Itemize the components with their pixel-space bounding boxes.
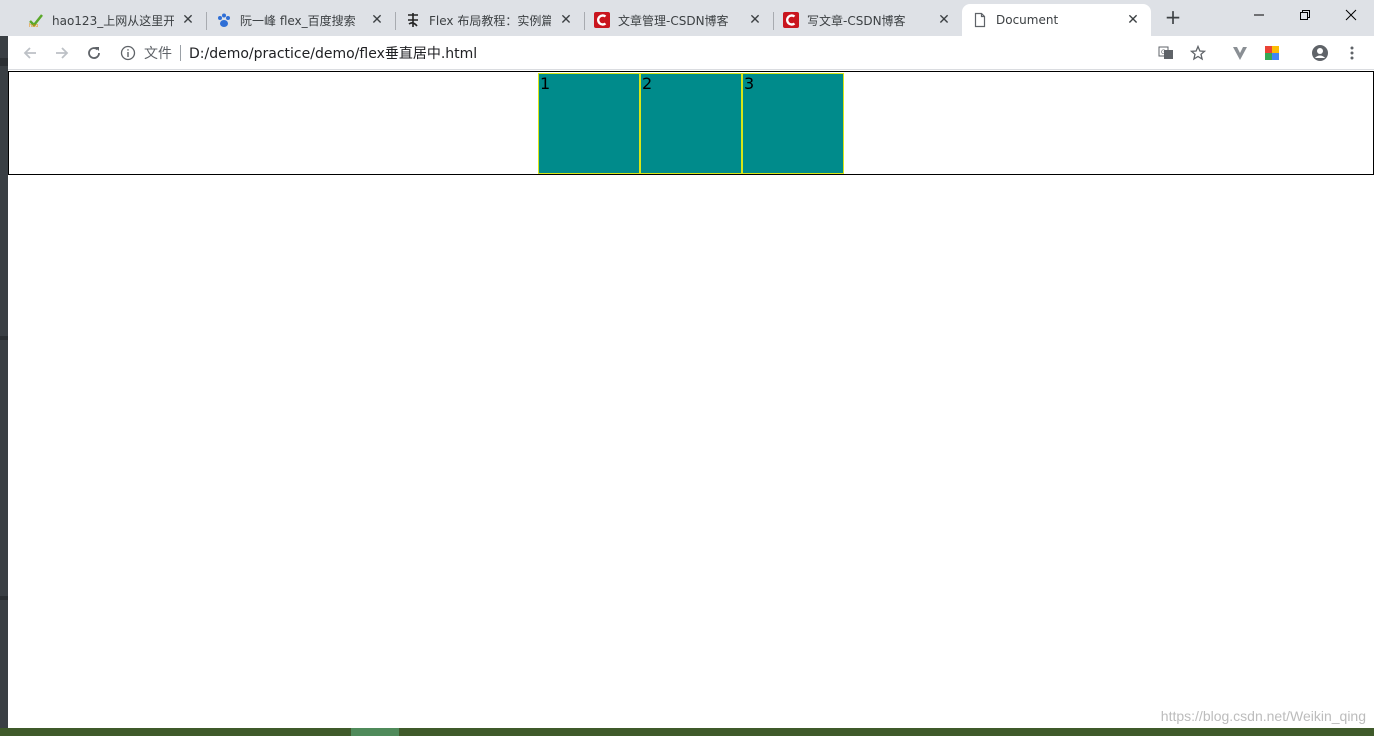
close-icon[interactable]: ✕ xyxy=(558,12,574,28)
forward-button[interactable] xyxy=(50,41,74,65)
baidu-paw-icon xyxy=(216,12,232,28)
close-icon[interactable]: ✕ xyxy=(936,12,952,28)
address-bar[interactable]: 文件 D:/demo/practice/demo/flex垂直居中.html xyxy=(118,39,1218,67)
flex-item: 1 xyxy=(538,72,640,174)
close-icon[interactable]: ✕ xyxy=(369,12,385,28)
extension-v-icon[interactable] xyxy=(1230,43,1250,63)
tab-baidu[interactable]: 阮一峰 flex_百度搜索 ✕ xyxy=(206,4,396,36)
csdn-icon xyxy=(594,12,610,28)
page-viewport: 1 2 3 xyxy=(8,71,1374,728)
reload-button[interactable] xyxy=(82,41,106,65)
watermark: https://blog.csdn.net/Weikin_qing xyxy=(1160,708,1366,724)
tab-csdn-write[interactable]: 写文章-CSDN博客 ✕ xyxy=(773,4,962,36)
tab-hao123[interactable]: hao hao123_上网从这里开始 ✕ xyxy=(18,4,207,36)
desktop-left-strip xyxy=(0,36,8,728)
strip-segment xyxy=(0,58,8,66)
info-icon[interactable] xyxy=(118,43,138,63)
back-button[interactable] xyxy=(18,41,42,65)
svg-text:hao: hao xyxy=(29,23,38,28)
minimize-button[interactable] xyxy=(1236,0,1282,30)
bookmark-star-icon[interactable] xyxy=(1188,43,1208,63)
address-divider xyxy=(180,45,181,61)
tab-title: 写文章-CSDN博客 xyxy=(807,13,906,28)
browser-toolbar: 文件 D:/demo/practice/demo/flex垂直居中.html G xyxy=(8,36,1374,70)
strip-segment xyxy=(0,336,8,340)
tab-strip: hao hao123_上网从这里开始 ✕ 阮一峰 flex_百度搜索 ✕ Fle… xyxy=(0,0,1374,36)
document-icon xyxy=(972,12,988,28)
close-icon[interactable]: ✕ xyxy=(1125,12,1141,28)
tab-title: hao123_上网从这里开始 xyxy=(52,13,174,28)
tab-title: 文章管理-CSDN博客 xyxy=(618,13,729,28)
tab-csdn-manage[interactable]: 文章管理-CSDN博客 ✕ xyxy=(584,4,774,36)
os-taskbar xyxy=(0,728,1374,736)
tab-title: Flex 布局教程：实例篇 xyxy=(429,13,551,28)
scheme-label: 文件 xyxy=(144,46,172,62)
profile-avatar-icon[interactable] xyxy=(1310,43,1330,63)
tab-flex-tutorial[interactable]: Flex 布局教程：实例篇 ✕ xyxy=(395,4,585,36)
tab-document[interactable]: Document ✕ xyxy=(962,4,1151,36)
taskbar-item[interactable] xyxy=(351,728,399,736)
flex-container: 1 2 3 xyxy=(8,71,1374,175)
restore-button[interactable] xyxy=(1282,0,1328,30)
calligraphy-icon xyxy=(405,12,421,28)
svg-text:G: G xyxy=(1161,49,1166,56)
strip-segment xyxy=(0,596,8,600)
url-text: D:/demo/practice/demo/flex垂直居中.html xyxy=(189,46,478,62)
menu-kebab-icon[interactable] xyxy=(1342,43,1362,63)
hao123-icon: hao xyxy=(28,12,44,28)
close-icon[interactable]: ✕ xyxy=(180,12,196,28)
flex-item: 2 xyxy=(640,72,742,174)
flex-item: 3 xyxy=(742,72,844,174)
new-tab-button[interactable]: + xyxy=(1160,6,1186,30)
extension-color-icon[interactable] xyxy=(1262,43,1282,63)
csdn-icon xyxy=(783,12,799,28)
close-icon[interactable]: ✕ xyxy=(747,12,763,28)
translate-icon[interactable]: G xyxy=(1156,43,1176,63)
tab-title: Document xyxy=(996,13,1059,27)
tab-title: 阮一峰 flex_百度搜索 xyxy=(240,13,356,28)
close-window-button[interactable] xyxy=(1328,0,1374,30)
